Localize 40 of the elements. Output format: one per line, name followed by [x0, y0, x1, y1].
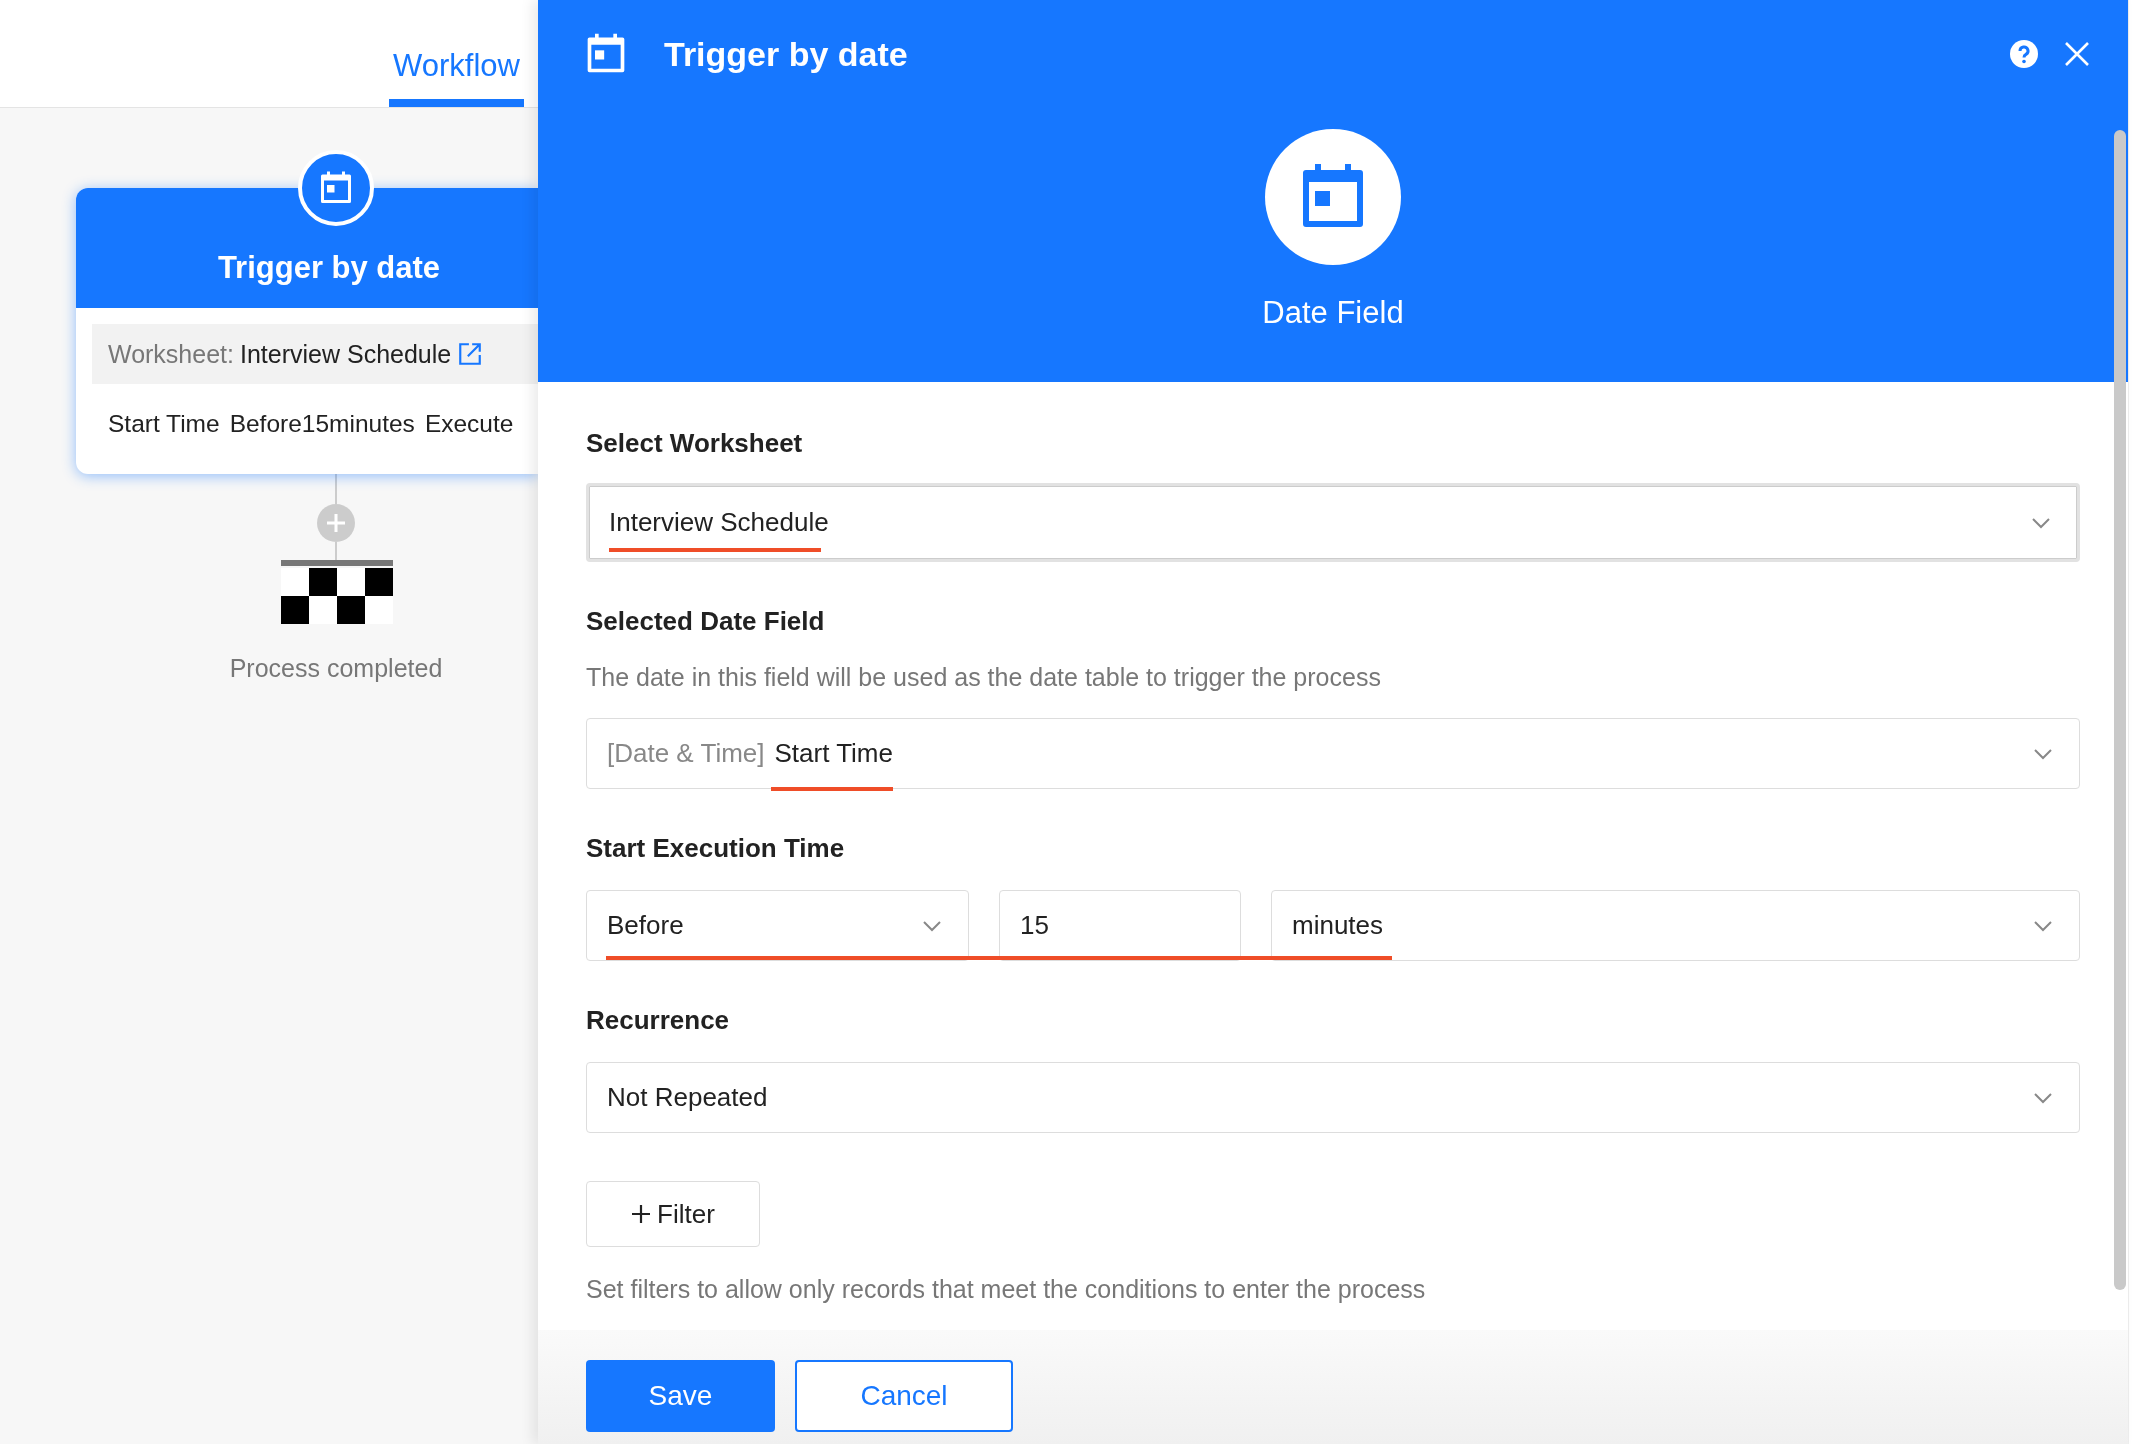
- recurrence-select[interactable]: Not Repeated: [586, 1062, 2080, 1133]
- trigger-type-label: Date Field: [1262, 295, 1404, 331]
- field-label: Start Execution Time: [586, 833, 846, 864]
- save-button[interactable]: Save: [586, 1360, 775, 1432]
- field-hint: The date in this field will be used as the date table to trigger the process: [586, 663, 1382, 692]
- timing-select[interactable]: Before: [586, 890, 969, 961]
- add-node-button[interactable]: [317, 504, 355, 542]
- chevron-down-icon: [2033, 747, 2053, 760]
- summary-text: Execute: [424, 410, 514, 438]
- amount-input[interactable]: 15: [999, 890, 1241, 961]
- filter-hint: Set filters to allow only records that meet the conditions to enter the process: [586, 1275, 1427, 1304]
- close-icon[interactable]: [2064, 41, 2090, 67]
- checkered-flag-icon: [281, 560, 393, 624]
- field-label: Selected Date Field: [586, 606, 826, 637]
- chevron-down-icon: [2033, 919, 2053, 932]
- chevron-down-icon: [2033, 1091, 2053, 1104]
- help-icon[interactable]: [2010, 40, 2038, 68]
- date-field-value: Start Time: [774, 738, 893, 769]
- end-label: Process completed: [229, 654, 443, 683]
- field-label: Recurrence: [586, 1005, 731, 1036]
- external-link-icon[interactable]: [457, 341, 484, 367]
- summary-text: Before15minutes: [229, 410, 415, 438]
- plus-icon: [631, 1204, 652, 1224]
- chevron-down-icon: [922, 919, 942, 932]
- unit-select[interactable]: minutes: [1271, 890, 2080, 961]
- worksheet-select[interactable]: Interview Schedule: [586, 483, 2080, 562]
- worksheet-name: Interview Schedule: [240, 339, 452, 369]
- card-title: Trigger by date: [216, 250, 441, 286]
- cancel-button[interactable]: Cancel: [795, 1360, 1013, 1432]
- summary-text: Start Time: [108, 410, 220, 438]
- trigger-card[interactable]: Trigger by date Worksheet: Interview Schedule Start Time Before15minutes Execute: [76, 188, 538, 474]
- worksheet-label: Worksheet:: [108, 339, 234, 369]
- date-field-select[interactable]: [Date & Time] Start Time: [586, 718, 2080, 789]
- calendar-icon: [318, 170, 354, 206]
- add-filter-button[interactable]: Filter: [586, 1181, 760, 1247]
- drawer-title: Trigger by date: [664, 34, 909, 74]
- scrollbar[interactable]: [2114, 130, 2126, 1290]
- field-type-tag: [Date & Time]: [607, 738, 765, 769]
- field-label: Select Worksheet: [586, 428, 804, 459]
- chevron-down-icon: [2031, 516, 2051, 529]
